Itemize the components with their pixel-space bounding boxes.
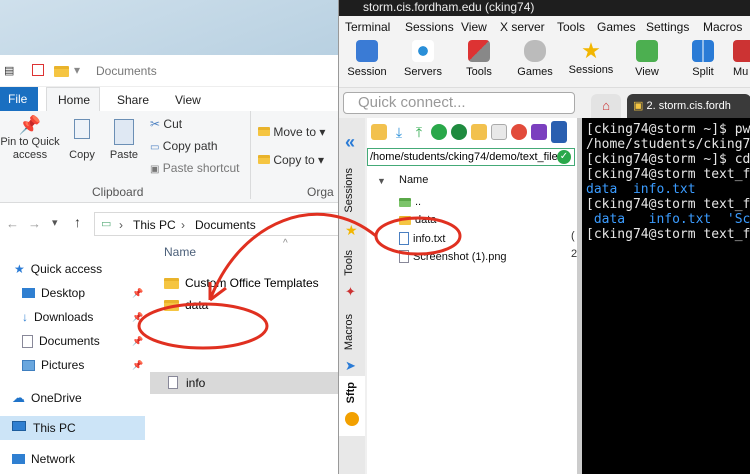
annotation-overlay — [137, 212, 462, 350]
annotation-circle-sftp — [374, 216, 462, 256]
annotation-arrow — [208, 212, 377, 301]
annotation-circle-explorer — [137, 302, 269, 350]
